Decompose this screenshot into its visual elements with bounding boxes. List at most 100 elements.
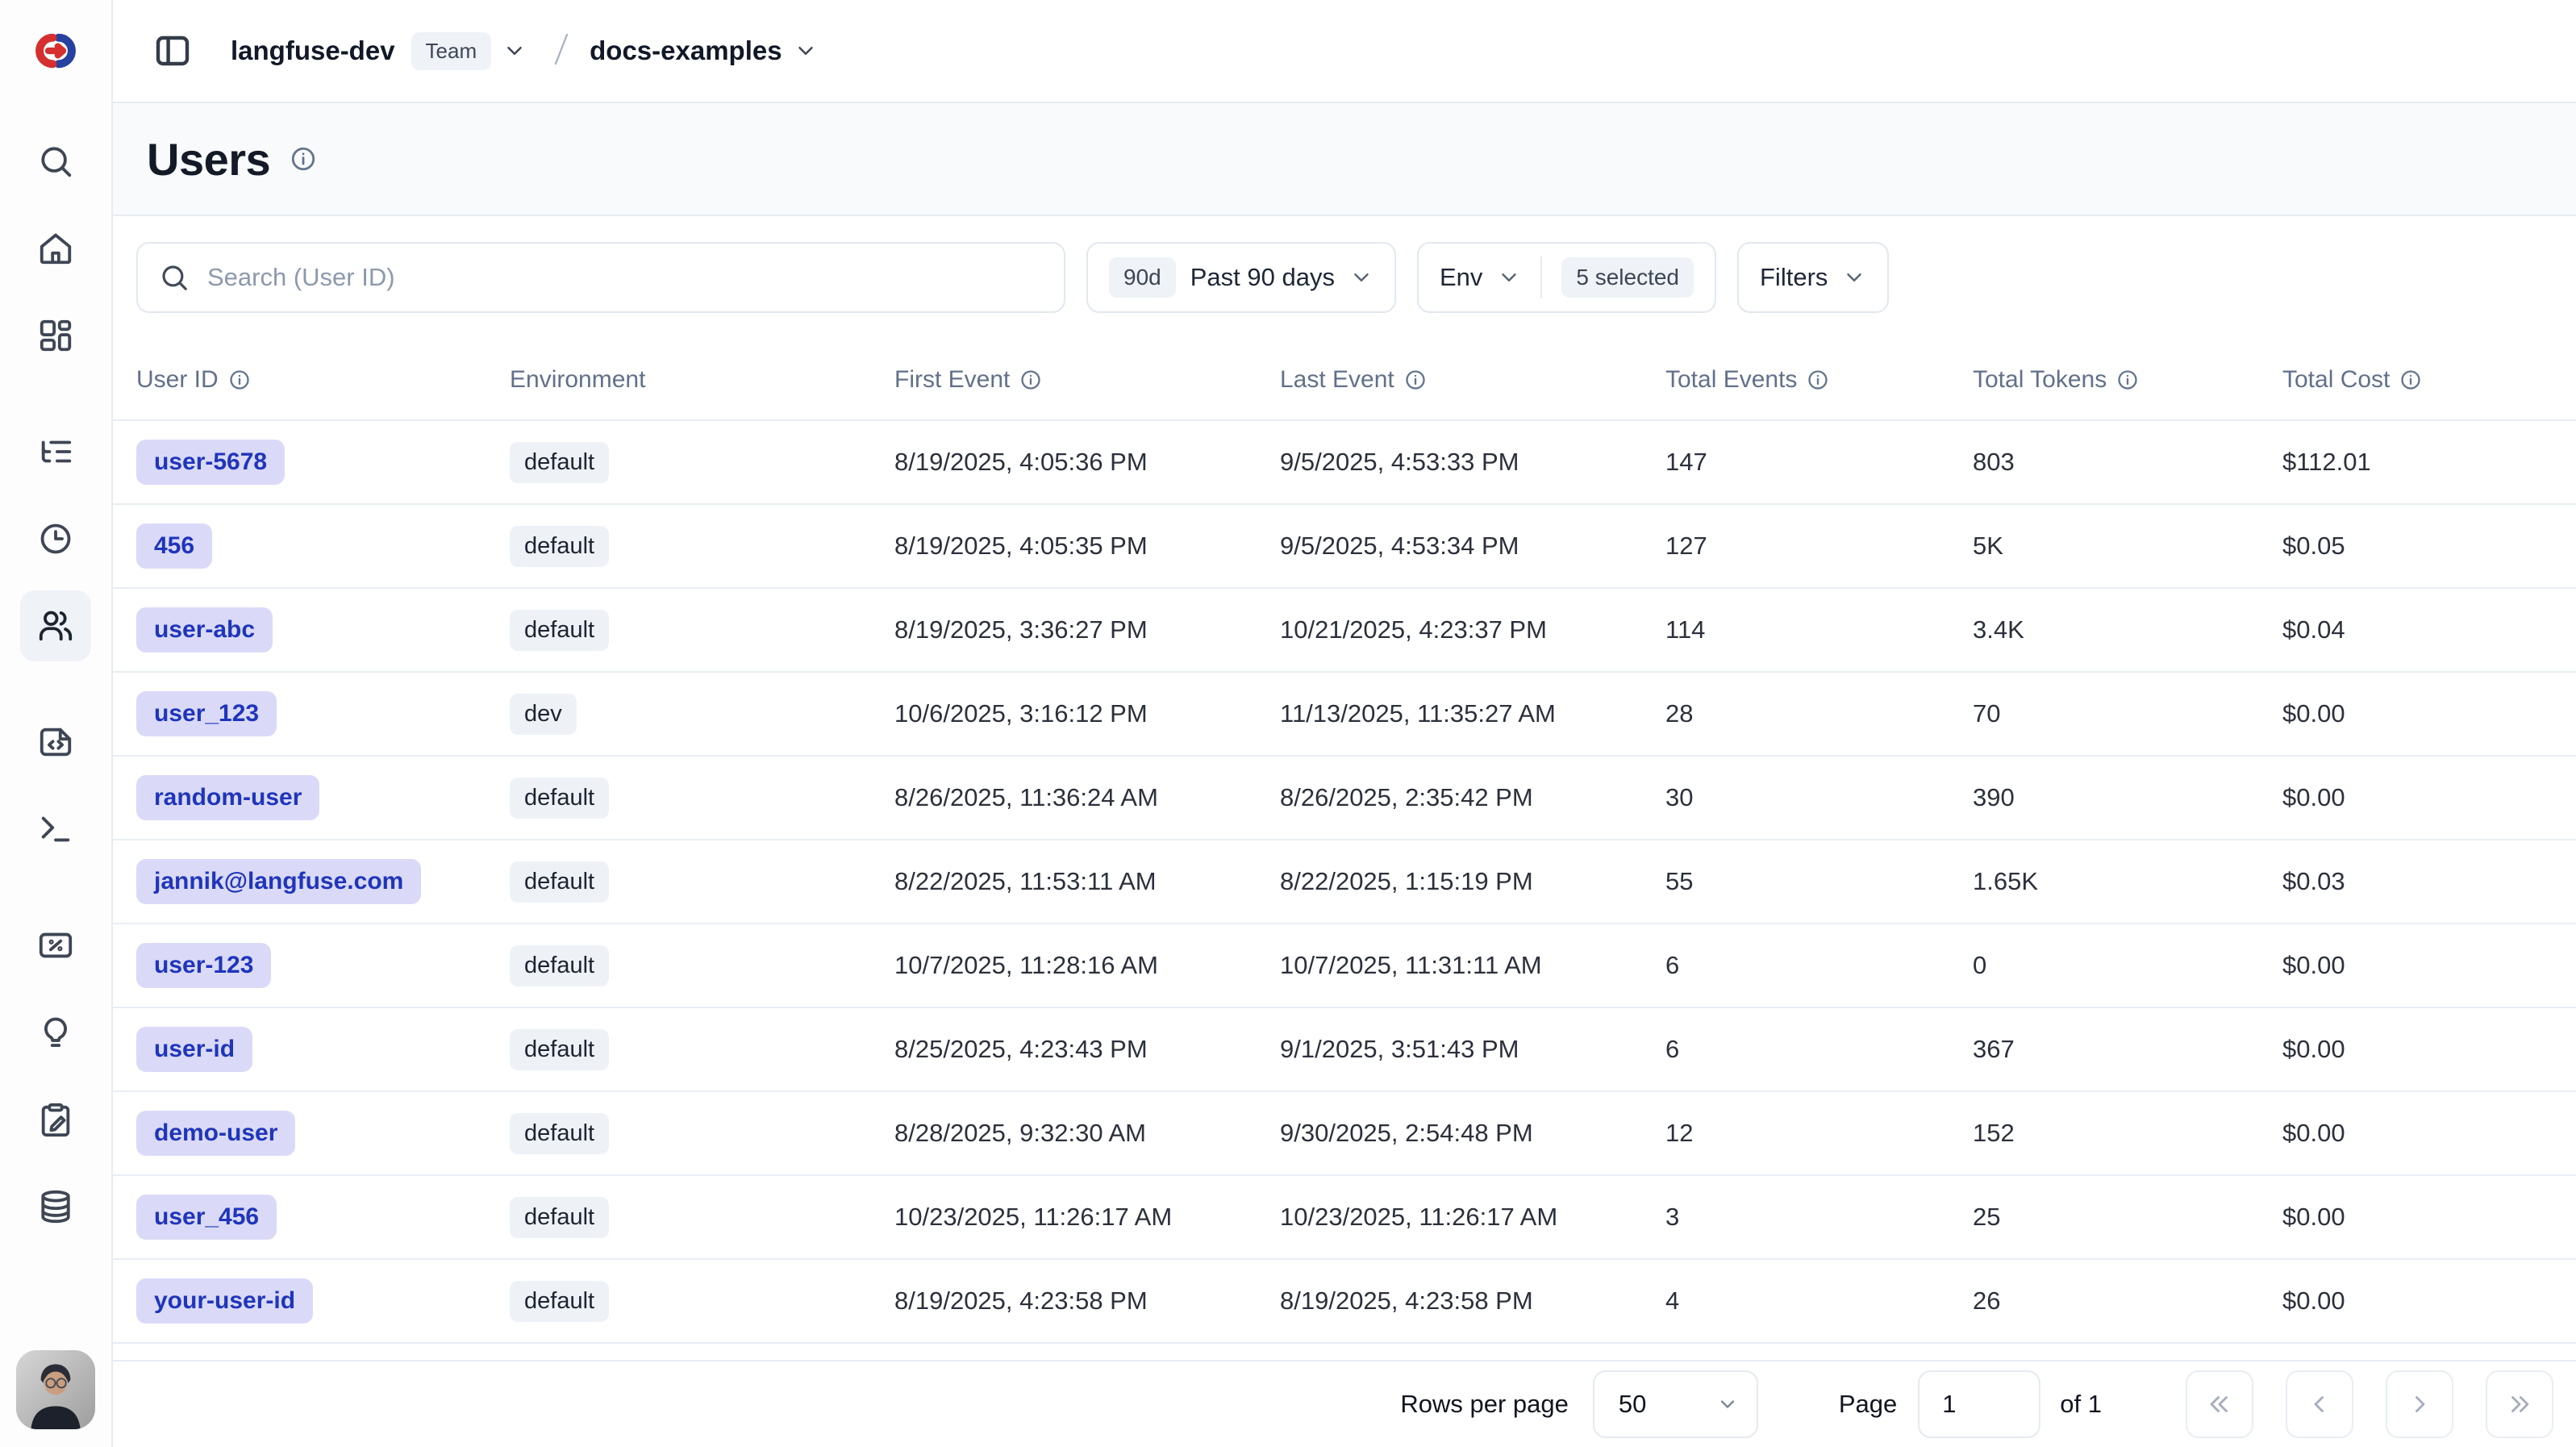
sidebar-item-search[interactable] [20, 126, 91, 197]
next-page-button[interactable] [2386, 1370, 2453, 1438]
filters-label: Filters [1760, 263, 1828, 292]
table-row[interactable]: user-5678 default 8/19/2025, 4:05:36 PM … [113, 421, 2576, 505]
users-table: User ID Environment First Event Last Eve… [113, 340, 2576, 1344]
table-row[interactable]: user_123 dev 10/6/2025, 3:16:12 PM 11/13… [113, 673, 2576, 757]
table-row[interactable]: your-user-id default 8/19/2025, 4:23:58 … [113, 1260, 2576, 1344]
last-event-cell: 9/30/2025, 2:54:48 PM [1280, 1119, 1665, 1148]
last-event-cell: 8/26/2025, 2:35:42 PM [1280, 783, 1665, 812]
rows-per-page-select[interactable]: 50 [1593, 1370, 1758, 1438]
search-icon [159, 262, 190, 293]
environment-badge: dev [510, 694, 577, 735]
info-icon[interactable] [2116, 369, 2139, 391]
column-header[interactable]: Last Event [1280, 366, 1665, 394]
last-page-button[interactable] [2486, 1370, 2553, 1438]
table-row[interactable]: user_456 default 10/23/2025, 11:26:17 AM… [113, 1176, 2576, 1260]
sidebar-item-insights[interactable] [20, 997, 91, 1068]
user-id-badge[interactable]: 456 [136, 523, 212, 569]
last-event-cell: 9/5/2025, 4:53:34 PM [1280, 532, 1665, 561]
total-cost-cell: $112.01 [2282, 448, 2576, 477]
total-events-cell: 127 [1665, 532, 1973, 561]
date-range-button[interactable]: 90d Past 90 days [1086, 242, 1396, 313]
sidebar-item-home[interactable] [20, 213, 91, 284]
filter-bar: 90d Past 90 days Env 5 selected Filters [113, 216, 2576, 340]
sidebar-item-tracing[interactable] [20, 416, 91, 487]
page-number-input[interactable] [1918, 1370, 2040, 1438]
user-id-badge[interactable]: user-123 [136, 943, 271, 988]
user-avatar[interactable] [16, 1350, 95, 1429]
first-event-cell: 10/7/2025, 11:28:16 AM [894, 951, 1280, 980]
total-tokens-cell: 152 [1973, 1119, 2282, 1148]
total-cost-cell: $0.00 [2282, 1286, 2576, 1316]
table-row[interactable]: random-user default 8/26/2025, 11:36:24 … [113, 757, 2576, 840]
clock-icon [37, 520, 74, 557]
total-tokens-cell: 70 [1973, 699, 2282, 728]
previous-page-button[interactable] [2286, 1370, 2353, 1438]
user-id-badge[interactable]: user_456 [136, 1195, 277, 1240]
project-dropdown[interactable] [794, 39, 818, 63]
project-name[interactable]: docs-examples [590, 35, 782, 66]
org-name[interactable]: langfuse-dev [231, 35, 395, 66]
sidebar-item-prompts[interactable] [20, 707, 91, 778]
pagination-footer: Rows per page 50 Page of 1 [113, 1360, 2576, 1447]
user-id-badge[interactable]: random-user [136, 775, 319, 820]
langfuse-logo[interactable] [0, 0, 111, 102]
breadcrumb-separator [551, 30, 572, 73]
avatar-photo [16, 1350, 95, 1429]
column-header[interactable]: Environment [510, 366, 894, 394]
sidebar-toggle-button[interactable] [148, 27, 197, 75]
user-id-badge[interactable]: user-5678 [136, 440, 285, 485]
total-cost-cell: $0.00 [2282, 1203, 2576, 1232]
column-header[interactable]: First Event [894, 366, 1280, 394]
column-header[interactable]: User ID [136, 366, 510, 394]
sidebar-item-datasets[interactable] [20, 1171, 91, 1242]
column-header[interactable]: Total Cost [2282, 366, 2576, 394]
env-filter-button[interactable]: Env 5 selected [1417, 242, 1716, 313]
column-header[interactable]: Total Events [1665, 366, 1973, 394]
org-dropdown[interactable] [502, 39, 527, 63]
sidebar-item-users[interactable] [20, 590, 91, 661]
info-icon[interactable] [228, 369, 251, 391]
table-row[interactable]: demo-user default 8/28/2025, 9:32:30 AM … [113, 1092, 2576, 1176]
chevron-down-icon [1716, 1393, 1739, 1416]
info-icon[interactable] [2399, 369, 2422, 391]
info-icon[interactable] [1807, 369, 1829, 391]
last-event-cell: 9/5/2025, 4:53:33 PM [1280, 448, 1665, 477]
user-id-badge[interactable]: demo-user [136, 1111, 295, 1156]
search-input[interactable] [207, 263, 1043, 292]
sidebar-item-sessions[interactable] [20, 503, 91, 574]
first-page-button[interactable] [2186, 1370, 2253, 1438]
sidebar-item-annotations[interactable] [20, 1084, 91, 1155]
table-row[interactable]: user-id default 8/25/2025, 4:23:43 PM 9/… [113, 1008, 2576, 1092]
user-id-badge[interactable]: user_123 [136, 691, 277, 736]
total-tokens-cell: 5K [1973, 532, 2282, 561]
sidebar-item-dashboards[interactable] [20, 300, 91, 371]
dashboard-grid-icon [37, 317, 74, 354]
table-row[interactable]: jannik@langfuse.com default 8/22/2025, 1… [113, 840, 2576, 924]
user-id-badge[interactable]: your-user-id [136, 1278, 313, 1324]
info-icon[interactable] [1019, 369, 1042, 391]
total-events-cell: 12 [1665, 1119, 1973, 1148]
user-id-badge[interactable]: user-abc [136, 607, 273, 653]
table-row[interactable]: user-abc default 8/19/2025, 3:36:27 PM 1… [113, 589, 2576, 673]
sidebar-item-scores[interactable] [20, 910, 91, 981]
page-info-icon[interactable] [290, 145, 317, 173]
date-range-label: Past 90 days [1190, 263, 1335, 292]
total-tokens-cell: 3.4K [1973, 615, 2282, 644]
info-icon[interactable] [1404, 369, 1427, 391]
page-title: Users [147, 133, 270, 186]
environment-badge: default [510, 1029, 609, 1070]
user-id-badge[interactable]: jannik@langfuse.com [136, 859, 421, 904]
chevron-right-icon [2406, 1391, 2433, 1418]
user-id-badge[interactable]: user-id [136, 1027, 252, 1072]
sidebar-item-playground[interactable] [20, 794, 91, 865]
environment-badge: default [510, 610, 609, 651]
total-tokens-cell: 390 [1973, 783, 2282, 812]
first-event-cell: 8/19/2025, 4:05:36 PM [894, 448, 1280, 477]
filters-button[interactable]: Filters [1737, 242, 1889, 313]
total-tokens-cell: 367 [1973, 1035, 2282, 1064]
table-row[interactable]: user-123 default 10/7/2025, 11:28:16 AM … [113, 924, 2576, 1008]
chevron-down-icon [794, 39, 818, 63]
search-box[interactable] [136, 242, 1065, 313]
column-header[interactable]: Total Tokens [1973, 366, 2282, 394]
table-row[interactable]: 456 default 8/19/2025, 4:05:35 PM 9/5/20… [113, 505, 2576, 589]
